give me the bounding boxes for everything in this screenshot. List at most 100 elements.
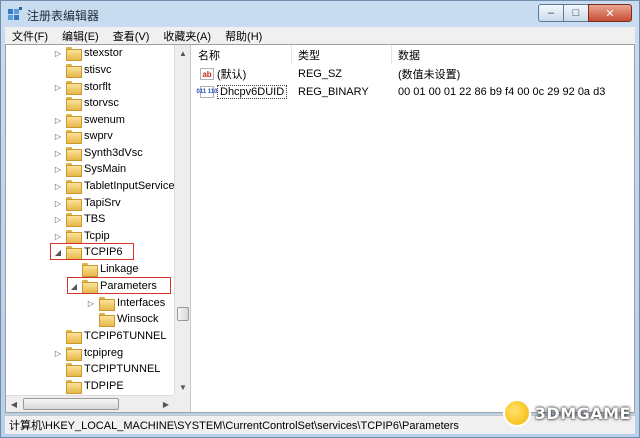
folder-icon <box>99 313 115 327</box>
tree-item-label: SysMain <box>84 163 127 175</box>
expand-arrow-icon[interactable]: ▷ <box>53 231 63 241</box>
watermark: 3DMGAME <box>502 399 631 427</box>
value-name-cell: ab (默认) <box>200 65 246 83</box>
expand-arrow-icon[interactable]: ▷ <box>53 164 63 174</box>
folder-icon <box>66 330 82 344</box>
folder-icon <box>66 81 82 95</box>
tree-item-label: Winsock <box>117 313 159 325</box>
tree-item-label: TCPIPTUNNEL <box>84 363 161 375</box>
expand-arrow-icon[interactable]: ▷ <box>53 115 63 125</box>
expand-arrow-icon[interactable]: ▷ <box>53 82 63 92</box>
tree-item[interactable]: Winsock <box>86 311 159 327</box>
menu-view[interactable]: 查看(V) <box>106 28 157 44</box>
close-button[interactable]: ✕ <box>588 4 632 22</box>
minimize-button[interactable]: – <box>538 4 564 22</box>
menu-favorites[interactable]: 收藏夹(A) <box>156 28 218 44</box>
watermark-text: 3DMGAME <box>534 403 631 423</box>
scroll-down-icon[interactable]: ▼ <box>175 379 190 395</box>
expand-arrow-icon[interactable]: ▷ <box>53 48 63 58</box>
tree-item[interactable]: ▷ tcpipreg <box>53 345 123 361</box>
tree-item[interactable]: ▷ stexstor <box>53 45 123 61</box>
folder-icon <box>66 163 82 177</box>
tree-item[interactable]: TCPIPTUNNEL <box>53 361 160 377</box>
folder-icon <box>99 297 115 311</box>
expand-arrow-icon[interactable]: ▷ <box>53 148 63 158</box>
expand-arrow-icon[interactable]: ▷ <box>53 348 63 358</box>
tree-item-label: Synth3dVsc <box>84 147 143 159</box>
folder-icon <box>66 347 82 361</box>
tree-item[interactable]: ▷ SysMain <box>53 161 126 177</box>
expand-arrow-icon[interactable]: ▷ <box>53 198 63 208</box>
tree-item[interactable]: ▷ Interfaces <box>86 295 165 311</box>
value-row-dhcpv6duid[interactable]: 011 110 Dhcpv6DUID REG_BINARY 00 01 00 0… <box>192 83 634 101</box>
tree-item[interactable]: ▷ TapiSrv <box>53 195 121 211</box>
folder-icon <box>66 230 82 244</box>
tree-item-label: swenum <box>84 114 125 126</box>
tree-horizontal-scrollbar[interactable]: ◀ ▶ <box>6 395 174 412</box>
expand-arrow-icon <box>53 331 63 341</box>
vertical-scroll-thumb[interactable] <box>177 307 189 321</box>
watermark-logo-icon <box>502 399 531 427</box>
content-area: ▷ stexstor stisvc ▷ storflt storvsc ▷ sw… <box>5 44 635 413</box>
scroll-up-icon[interactable]: ▲ <box>175 45 190 61</box>
menu-help[interactable]: 帮助(H) <box>218 28 269 44</box>
column-data-header[interactable]: 数据 <box>392 45 634 64</box>
regedit-app-icon <box>8 7 22 20</box>
tree-item-label: tcpipreg <box>84 347 124 359</box>
folder-icon <box>66 114 82 128</box>
tree-item[interactable]: stisvc <box>53 62 112 78</box>
scroll-left-icon[interactable]: ◀ <box>6 396 22 412</box>
horizontal-scroll-thumb[interactable] <box>23 398 119 410</box>
string-value-icon: ab <box>200 68 214 80</box>
tree-item[interactable]: Linkage <box>69 261 139 277</box>
column-name-header[interactable]: 名称 <box>192 45 292 64</box>
expand-arrow-icon <box>86 314 96 324</box>
tree-item-label: storvsc <box>84 97 119 109</box>
tree-item[interactable]: TDPIPE <box>53 378 124 394</box>
title-bar: 注册表编辑器 – □ ✕ <box>1 1 639 27</box>
folder-icon <box>66 363 82 377</box>
status-path: 计算机\HKEY_LOCAL_MACHINE\SYSTEM\CurrentCon… <box>9 420 459 432</box>
menu-edit[interactable]: 编辑(E) <box>55 28 106 44</box>
maximize-button[interactable]: □ <box>563 4 589 22</box>
value-name: (默认) <box>217 69 247 81</box>
expand-arrow-icon <box>53 98 63 108</box>
folder-icon <box>66 180 82 194</box>
menu-file[interactable]: 文件(F) <box>5 28 55 44</box>
value-type: REG_SZ <box>298 68 343 80</box>
expand-arrow-icon[interactable]: ▷ <box>53 214 63 224</box>
value-row-default[interactable]: ab (默认) REG_SZ (数值未设置) <box>192 65 634 83</box>
column-type-header[interactable]: 类型 <box>292 45 392 64</box>
tree-item[interactable]: ▷ Synth3dVsc <box>53 145 143 161</box>
folder-icon <box>66 97 82 111</box>
tree-item[interactable]: ▷ TBS <box>53 211 105 227</box>
tree-item-label: Tcpip <box>84 230 110 242</box>
tree-item[interactable]: ▷ swprv <box>53 128 113 144</box>
expand-arrow-icon <box>53 364 63 374</box>
expand-arrow-icon[interactable]: ▷ <box>53 131 63 141</box>
tree-item-label: stisvc <box>84 64 112 76</box>
tree-vertical-scrollbar[interactable]: ▲ ▼ <box>174 45 190 395</box>
folder-icon <box>66 147 82 161</box>
scrollbar-corner <box>174 395 190 412</box>
tree-item[interactable]: ▷ TabletInputService <box>53 178 175 194</box>
tree-item-label: TCPIP6TUNNEL <box>84 330 167 342</box>
registry-editor-window: 注册表编辑器 – □ ✕ 文件(F) 编辑(E) 查看(V) 收藏夹(A) 帮助… <box>0 0 640 438</box>
tree-item[interactable]: storvsc <box>53 95 119 111</box>
tree-item[interactable]: ▷ storflt <box>53 79 111 95</box>
value-data: 00 01 00 01 22 86 b9 f4 00 0c 29 92 0a d… <box>398 86 606 98</box>
scroll-right-icon[interactable]: ▶ <box>158 396 174 412</box>
expand-arrow-icon[interactable]: ▷ <box>86 298 96 308</box>
value-name: Dhcpv6DUID <box>217 85 288 99</box>
tree-item[interactable]: ▷ Tcpip <box>53 228 110 244</box>
expand-arrow-icon[interactable]: ▷ <box>53 181 63 191</box>
tree-item[interactable]: TCPIP6TUNNEL <box>53 328 167 344</box>
expand-arrow-icon <box>53 65 63 75</box>
window-controls: – □ ✕ <box>538 4 632 22</box>
folder-icon <box>66 380 82 394</box>
tree-item[interactable]: ▷ swenum <box>53 112 125 128</box>
tree-item-label: stexstor <box>84 47 123 59</box>
binary-value-icon: 011 110 <box>196 86 218 98</box>
registry-tree: ▷ stexstor stisvc ▷ storflt storvsc ▷ sw… <box>6 45 191 412</box>
tree-item-label: TDPIPE <box>84 380 124 392</box>
